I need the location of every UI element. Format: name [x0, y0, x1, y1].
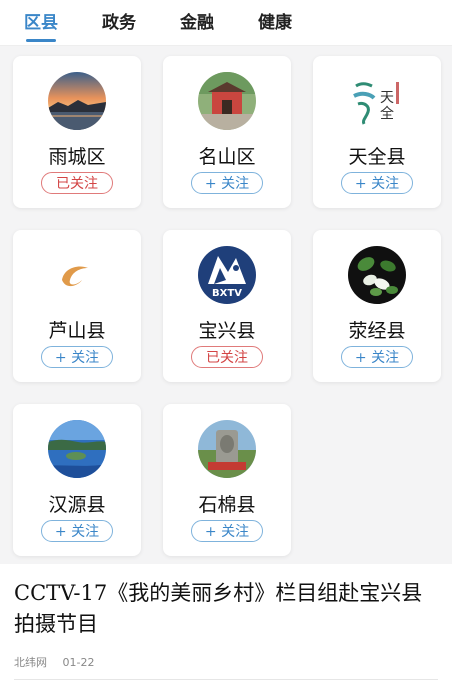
- dove-tree-flower-icon: [348, 246, 406, 304]
- follow-button[interactable]: + 关注: [191, 520, 263, 542]
- district-name: 石棉县: [198, 494, 256, 516]
- tab-health[interactable]: 健康: [258, 0, 292, 46]
- bxtv-logo-text: BXTV: [212, 288, 242, 299]
- news-meta: 北纬网 01-22: [14, 654, 438, 670]
- district-grid: 雨城区 已关注 名山区 + 关注 天 全 天全县 + 关注 芦山县 + 关注 B…: [0, 46, 452, 564]
- news-source: 北纬网: [14, 656, 47, 669]
- monument-icon: [198, 420, 256, 478]
- news-item[interactable]: CCTV-17《我的美丽乡村》栏目组赴宝兴县拍摄节目 北纬网 01-22: [0, 564, 452, 684]
- calligraphy-logo-icon: 天 全: [348, 72, 406, 130]
- news-title[interactable]: CCTV-17《我的美丽乡村》栏目组赴宝兴县拍摄节目: [14, 578, 438, 640]
- sunset-lake-icon: [48, 72, 106, 130]
- news-date: 01-22: [62, 656, 95, 669]
- lake-island-icon: [48, 420, 106, 478]
- district-card-tianquan[interactable]: 天 全 天全县 + 关注: [313, 56, 441, 208]
- district-card-lushan[interactable]: 芦山县 + 关注: [13, 230, 141, 382]
- follow-button[interactable]: + 关注: [41, 520, 113, 542]
- unfollow-button[interactable]: 已关注: [41, 172, 113, 194]
- svg-text:天: 天: [380, 90, 394, 106]
- district-card-hanyuan[interactable]: 汉源县 + 关注: [13, 404, 141, 556]
- district-name: 天全县: [348, 146, 406, 168]
- tab-bar: 区县 政务 金融 健康: [0, 0, 452, 46]
- orange-swirl-logo-icon: [48, 246, 106, 304]
- temple-gate-icon: [198, 72, 256, 130]
- district-card-yingjing[interactable]: 荥经县 + 关注: [313, 230, 441, 382]
- tab-government[interactable]: 政务: [102, 0, 136, 46]
- tab-district[interactable]: 区县: [24, 0, 58, 46]
- district-name: 芦山县: [48, 320, 106, 342]
- district-name: 汉源县: [48, 494, 106, 516]
- unfollow-button[interactable]: 已关注: [191, 346, 263, 368]
- follow-button[interactable]: + 关注: [341, 346, 413, 368]
- district-name: 雨城区: [48, 146, 106, 168]
- tab-finance[interactable]: 金融: [180, 0, 214, 46]
- divider: [14, 679, 438, 680]
- district-card-yucheng[interactable]: 雨城区 已关注: [13, 56, 141, 208]
- district-card-baoxing[interactable]: BXTV 宝兴县 已关注: [163, 230, 291, 382]
- district-card-mingshan[interactable]: 名山区 + 关注: [163, 56, 291, 208]
- district-name: 宝兴县: [198, 320, 256, 342]
- district-name: 名山区: [198, 146, 256, 168]
- svg-text:全: 全: [380, 105, 394, 122]
- follow-button[interactable]: + 关注: [341, 172, 413, 194]
- follow-button[interactable]: + 关注: [191, 172, 263, 194]
- follow-button[interactable]: + 关注: [41, 346, 113, 368]
- district-card-shimian[interactable]: 石棉县 + 关注: [163, 404, 291, 556]
- bxtv-logo-icon: BXTV: [198, 246, 256, 304]
- district-name: 荥经县: [348, 320, 406, 342]
